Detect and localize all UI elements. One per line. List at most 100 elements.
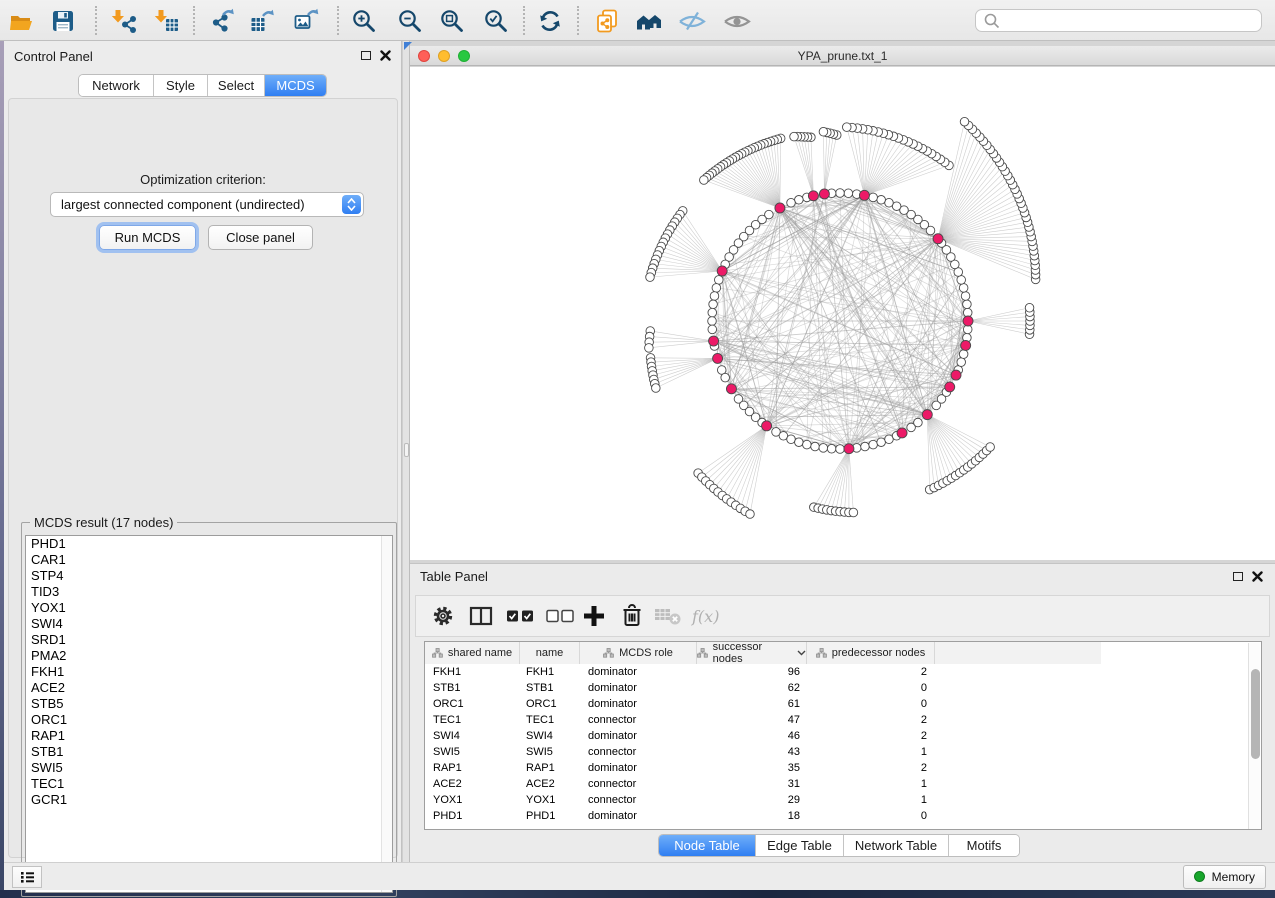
- mcds-result-item[interactable]: STP4: [26, 568, 392, 584]
- mcds-result-item[interactable]: SWI4: [26, 616, 392, 632]
- network-leaf-node[interactable]: [746, 510, 755, 519]
- panel-splitter[interactable]: [402, 41, 410, 862]
- mcds-result-item[interactable]: SWI5: [26, 760, 392, 776]
- clone-network-icon[interactable]: [590, 4, 624, 37]
- import-table-icon[interactable]: [150, 4, 184, 37]
- table-row[interactable]: ACE2ACE2connector311: [425, 776, 935, 792]
- open-file-icon[interactable]: [5, 4, 39, 37]
- mcds-result-item[interactable]: CAR1: [26, 552, 392, 568]
- network-hub-node[interactable]: [717, 266, 727, 276]
- network-hub-node[interactable]: [709, 336, 719, 346]
- show-all-icon[interactable]: [720, 4, 754, 37]
- column-header-mcds-role[interactable]: MCDS role: [580, 642, 697, 664]
- column-header-shared-name[interactable]: shared name: [425, 642, 520, 664]
- network-node[interactable]: [861, 442, 870, 451]
- network-node[interactable]: [959, 284, 968, 293]
- mcds-result-item[interactable]: RAP1: [26, 728, 392, 744]
- network-node[interactable]: [869, 440, 878, 449]
- float-panel-icon[interactable]: [1233, 572, 1243, 581]
- float-panel-icon[interactable]: [361, 51, 371, 60]
- refresh-icon[interactable]: [533, 4, 567, 37]
- table-row[interactable]: FKH1FKH1dominator962: [425, 664, 935, 680]
- column-header-successor-nodes[interactable]: successor nodes: [697, 642, 807, 664]
- table-row[interactable]: YOX1YOX1connector291: [425, 792, 935, 808]
- network-node[interactable]: [708, 308, 717, 317]
- network-node[interactable]: [957, 276, 966, 285]
- table-scrollbar-thumb[interactable]: [1251, 669, 1260, 759]
- network-node[interactable]: [708, 317, 717, 326]
- column-header-predecessor-nodes[interactable]: predecessor nodes: [807, 642, 935, 664]
- mcds-list-scrollbar[interactable]: [381, 536, 392, 892]
- search-input[interactable]: [1001, 10, 1261, 31]
- delete-row-trash-icon[interactable]: [619, 596, 645, 636]
- network-hub-node[interactable]: [945, 382, 955, 392]
- network-node[interactable]: [877, 438, 886, 447]
- mcds-result-item[interactable]: STB5: [26, 696, 392, 712]
- table-row[interactable]: SWI4SWI4dominator462: [425, 728, 935, 744]
- network-window-titlebar[interactable]: YPA_prune.txt_1: [410, 46, 1275, 66]
- table-row[interactable]: PHD1PHD1dominator180: [425, 808, 935, 824]
- mcds-result-item[interactable]: YOX1: [26, 600, 392, 616]
- close-panel-button[interactable]: Close panel: [208, 225, 313, 250]
- network-node[interactable]: [803, 440, 812, 449]
- network-hub-node[interactable]: [775, 203, 785, 213]
- export-network-icon[interactable]: [205, 4, 239, 37]
- network-node[interactable]: [714, 276, 723, 285]
- network-leaf-node[interactable]: [700, 176, 709, 185]
- network-node[interactable]: [795, 438, 804, 447]
- network-node[interactable]: [914, 418, 923, 427]
- network-node[interactable]: [836, 445, 845, 454]
- network-hub-node[interactable]: [897, 428, 907, 438]
- table-settings-gear-icon[interactable]: [430, 596, 456, 636]
- network-node[interactable]: [721, 373, 730, 382]
- network-leaf-node[interactable]: [819, 127, 828, 136]
- network-hub-node[interactable]: [922, 410, 932, 420]
- deselect-all-icon[interactable]: [546, 596, 576, 636]
- mcds-result-item[interactable]: PMA2: [26, 648, 392, 664]
- network-hub-node[interactable]: [951, 370, 961, 380]
- mcds-result-item[interactable]: STB1: [26, 744, 392, 760]
- mcds-result-item[interactable]: TID3: [26, 584, 392, 600]
- show-columns-icon[interactable]: [468, 596, 494, 636]
- mcds-result-item[interactable]: PHD1: [26, 536, 392, 552]
- mcds-result-item[interactable]: GCR1: [26, 792, 392, 808]
- zoom-selected-icon[interactable]: [479, 4, 513, 37]
- network-node[interactable]: [819, 444, 828, 453]
- task-history-button[interactable]: [12, 866, 42, 888]
- save-session-icon[interactable]: [46, 4, 80, 37]
- network-hub-node[interactable]: [933, 234, 943, 244]
- add-row-plus-icon[interactable]: [582, 596, 606, 636]
- close-panel-icon[interactable]: [380, 50, 391, 61]
- network-node[interactable]: [844, 189, 853, 198]
- network-nodes[interactable]: [645, 117, 1040, 518]
- mcds-result-item[interactable]: SRD1: [26, 632, 392, 648]
- export-image-icon[interactable]: [289, 4, 323, 37]
- criterion-dropdown[interactable]: largest connected component (undirected): [50, 192, 364, 217]
- network-node[interactable]: [811, 442, 820, 451]
- zoom-in-icon[interactable]: [347, 4, 381, 37]
- network-node[interactable]: [877, 195, 886, 204]
- network-node[interactable]: [710, 292, 719, 301]
- table-row[interactable]: TEC1TEC1connector472: [425, 712, 935, 728]
- memory-button[interactable]: Memory: [1183, 865, 1266, 889]
- splitter-handle[interactable]: [404, 443, 409, 457]
- mcds-result-list[interactable]: PHD1CAR1STP4TID3YOX1SWI4SRD1PMA2FKH1ACE2…: [25, 535, 393, 893]
- network-node[interactable]: [963, 300, 972, 309]
- import-network-icon[interactable]: [107, 4, 141, 37]
- mcds-result-item[interactable]: ACE2: [26, 680, 392, 696]
- export-table-icon[interactable]: [245, 4, 279, 37]
- mcds-result-item[interactable]: FKH1: [26, 664, 392, 680]
- network-hub-node[interactable]: [762, 421, 772, 431]
- select-all-icon[interactable]: [506, 596, 536, 636]
- network-hub-node[interactable]: [713, 353, 723, 363]
- table-row[interactable]: RAP1RAP1dominator352: [425, 760, 935, 776]
- zoom-fit-icon[interactable]: [435, 4, 469, 37]
- network-node[interactable]: [709, 300, 718, 309]
- network-node[interactable]: [708, 325, 717, 334]
- network-node[interactable]: [787, 198, 796, 207]
- network-leaf-node[interactable]: [960, 117, 969, 126]
- tab-node-table[interactable]: Node Table: [659, 835, 756, 856]
- network-node[interactable]: [885, 198, 894, 207]
- tab-network-table[interactable]: Network Table: [844, 835, 949, 856]
- mcds-result-item[interactable]: TEC1: [26, 776, 392, 792]
